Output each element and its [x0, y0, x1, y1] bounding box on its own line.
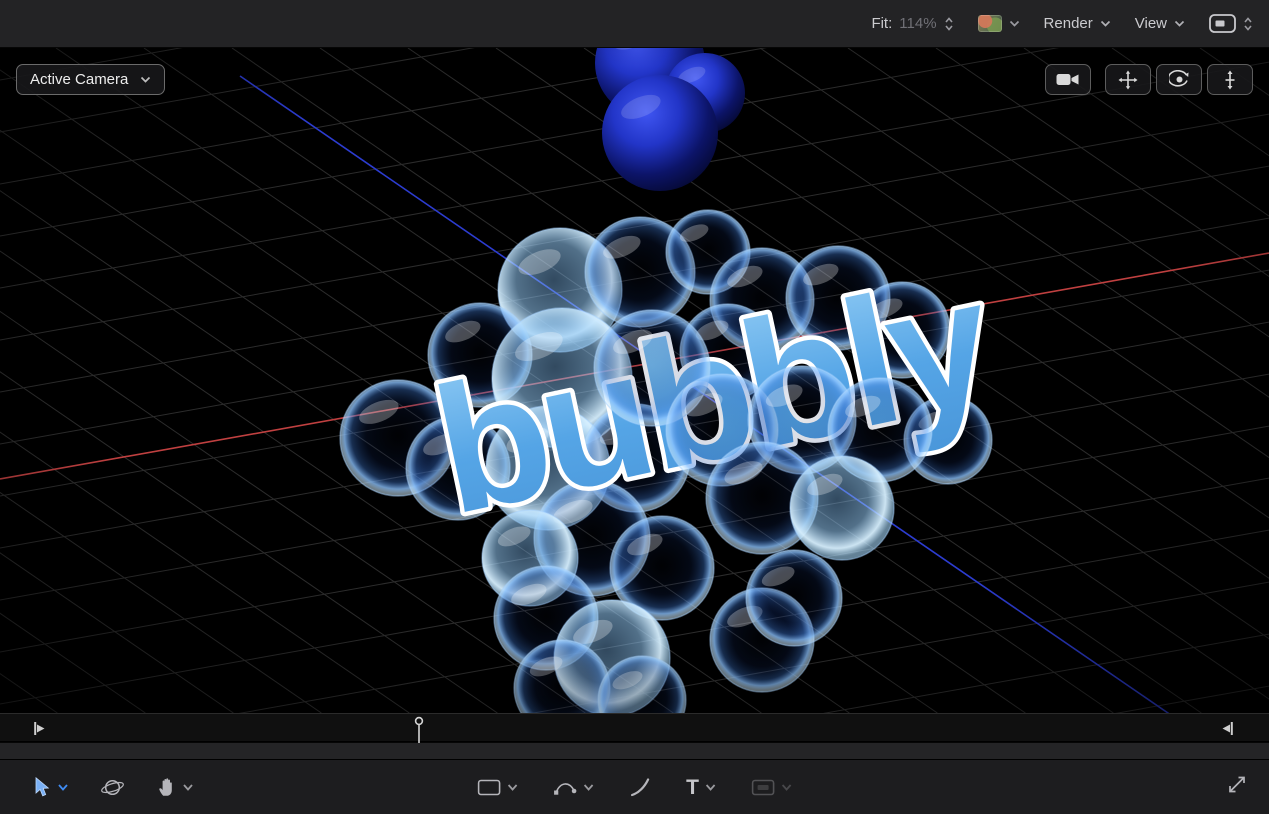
bezier-tool[interactable] [553, 778, 593, 797]
dolly-camera-button[interactable] [1207, 64, 1253, 95]
chevron-down-icon[interactable] [706, 783, 716, 791]
preview-thumbnail [977, 15, 1002, 32]
chevron-down-icon[interactable] [58, 783, 68, 791]
canvas-viewport[interactable]: bubbly Active Camera [0, 48, 1269, 713]
play-range-start-marker[interactable] [34, 721, 46, 736]
camera-select-menu[interactable]: Active Camera [16, 64, 166, 95]
fit-value: 114% [899, 15, 937, 32]
transform-tools-group [34, 777, 193, 798]
paint-stroke-tool[interactable] [629, 777, 650, 797]
pan-arrows-icon [1118, 70, 1138, 89]
hand-icon [159, 778, 172, 796]
camera-view-button[interactable] [1045, 64, 1091, 95]
display-layout-control[interactable] [1209, 14, 1253, 33]
create-tools-group: T [477, 777, 792, 798]
playhead[interactable] [414, 716, 424, 743]
camera-select-label: Active Camera [30, 71, 129, 88]
view-menu[interactable]: View [1135, 15, 1185, 32]
bezier-curve-icon [553, 782, 576, 795]
text-tool-glyph: T [686, 775, 699, 799]
mask-rectangle-icon [752, 779, 775, 795]
chevron-down-icon [782, 783, 792, 791]
camera-controls [1045, 64, 1253, 95]
stepper-icon[interactable] [1243, 16, 1253, 32]
camcorder-icon [1056, 74, 1079, 85]
preview-thumbnail-menu[interactable] [977, 15, 1020, 32]
text-tool[interactable]: T [686, 777, 716, 798]
expand-diagonal-icon [1229, 776, 1245, 793]
top-toolbar: Fit: 114% Render View [0, 0, 1269, 48]
chevron-down-icon[interactable] [183, 783, 193, 791]
pan-camera-button[interactable] [1105, 64, 1151, 95]
chevron-down-icon [1100, 20, 1110, 27]
stepper-icon[interactable] [944, 16, 954, 32]
chevron-down-icon [1174, 20, 1185, 27]
bottom-toolbar: T [0, 759, 1269, 814]
orbit-arrow-icon [1168, 70, 1188, 87]
brush-stroke-icon [630, 778, 649, 797]
mask-tool-disabled [752, 779, 792, 796]
cursor-arrow-icon [35, 777, 50, 797]
zoom-fit-control[interactable]: Fit: 114% [871, 15, 953, 32]
orbit-camera-button[interactable] [1156, 64, 1202, 95]
pan-view-tool[interactable] [157, 777, 193, 797]
vignette-overlay [0, 48, 1269, 713]
select-transform-tool[interactable] [34, 777, 68, 797]
render-menu[interactable]: Render [1044, 15, 1111, 32]
expand-view-button[interactable] [1227, 775, 1247, 800]
chevron-down-icon [1009, 20, 1019, 27]
fit-label: Fit: [871, 15, 893, 32]
display-icon [1209, 14, 1236, 33]
rectangle-shape-tool[interactable] [477, 779, 517, 796]
view-menu-label: View [1134, 15, 1167, 32]
orbit-sphere-icon [101, 779, 124, 795]
canvas-scene[interactable]: bubbly [0, 48, 1269, 713]
chevron-down-icon[interactable] [507, 783, 517, 791]
3d-transform-tool[interactable] [100, 777, 125, 798]
chevron-down-icon [141, 76, 151, 83]
mini-timeline[interactable] [0, 713, 1269, 743]
render-menu-label: Render [1043, 15, 1093, 32]
dolly-arrows-icon [1225, 70, 1235, 89]
rectangle-icon [477, 779, 500, 795]
timing-pane-divider[interactable] [0, 742, 1269, 759]
chevron-down-icon[interactable] [583, 783, 593, 791]
motion-app-window: Fit: 114% Render View Active Camera T [0, 0, 1269, 814]
play-range-end-marker[interactable] [1221, 721, 1233, 736]
